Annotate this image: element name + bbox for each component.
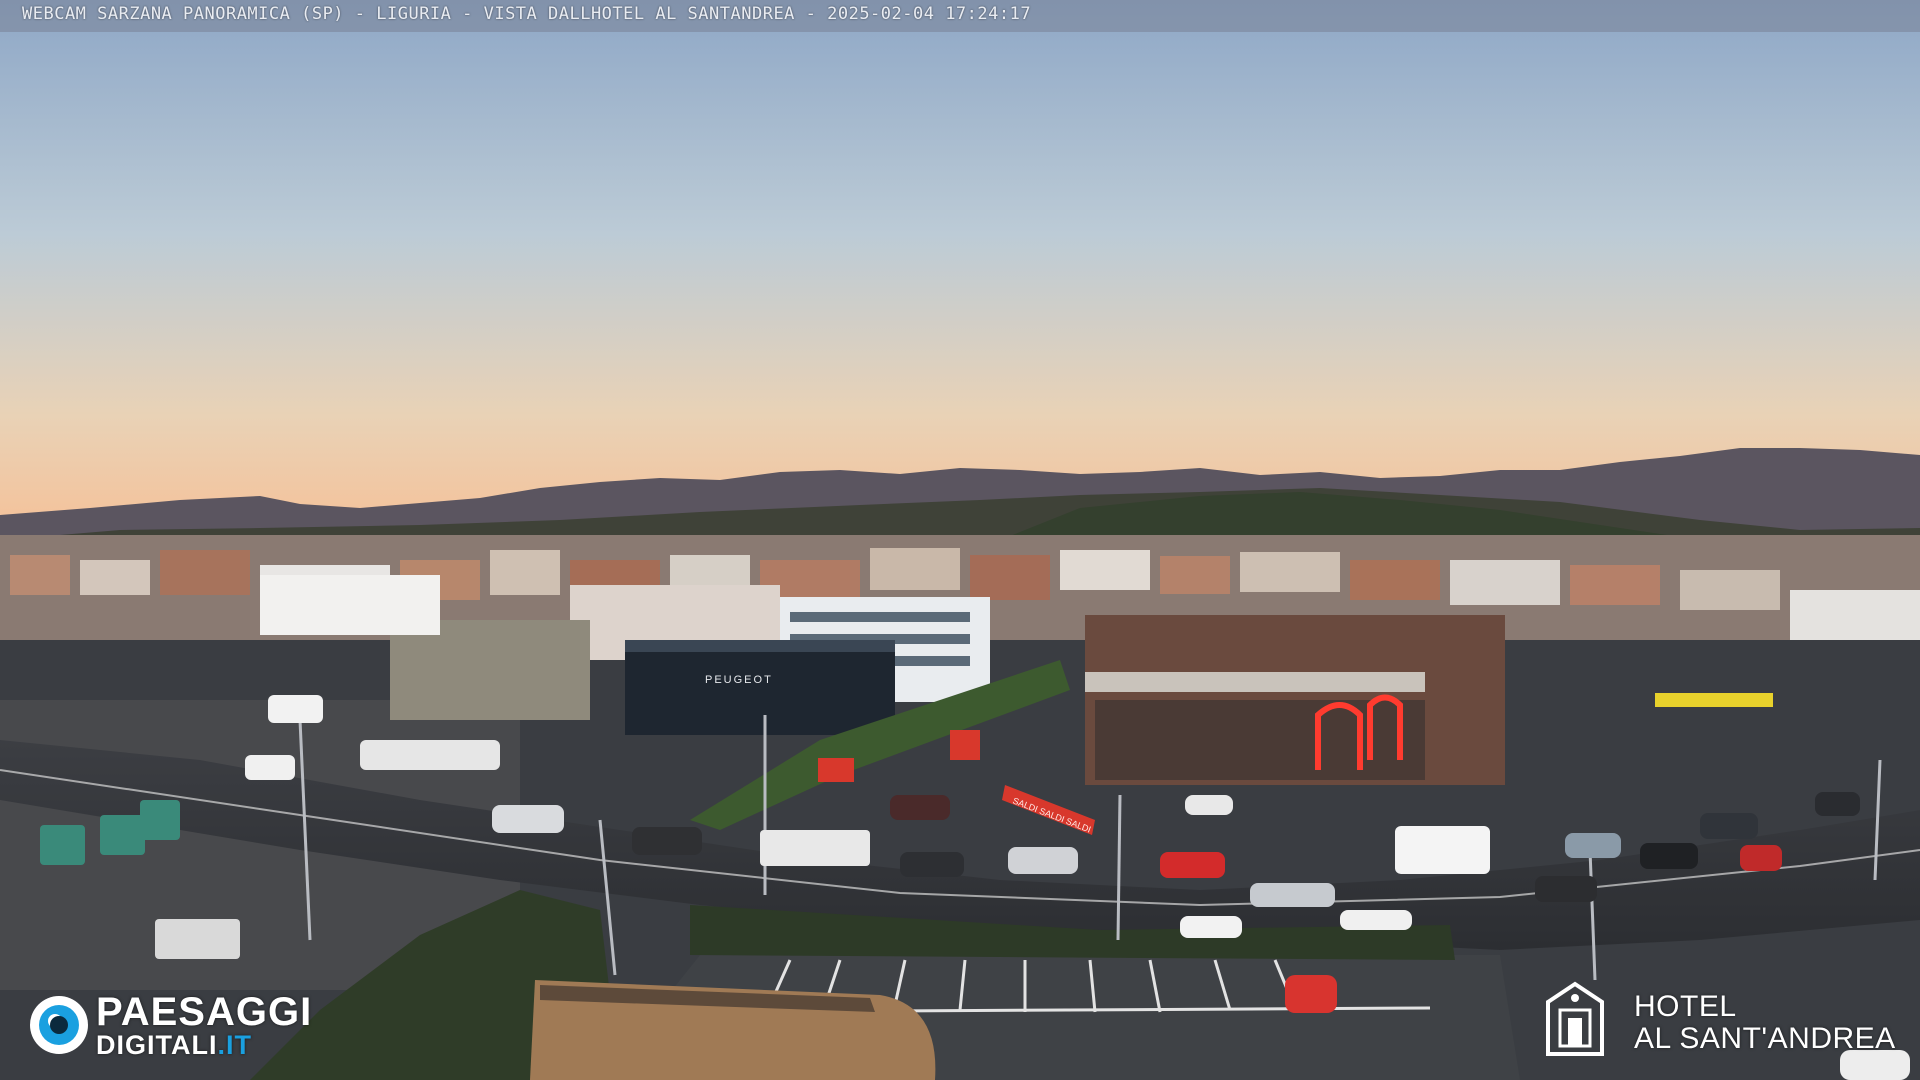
red-sign [818,758,854,782]
hotel-logo-line2: AL SANT'ANDREA [1634,1022,1896,1055]
restaurant-canopy [1085,672,1425,692]
hotel-emblem-icon [1546,981,1604,1056]
webcam-frame: PEUGEOT SALDI SALDI SALDI WEBCAM SARZANA… [0,0,1920,1080]
bus [530,980,936,1080]
restaurant-ground-floor [1095,700,1425,780]
red-sign-2 [950,730,980,760]
paesaggi-digitali-logo: PAESAGGI DIGITALI.IT [30,990,350,1060]
dealership-sign: PEUGEOT [705,674,773,686]
yellow-sign [1655,693,1773,707]
dealership-building [625,640,895,735]
caption-bar: WEBCAM SARZANA PANORAMICA (SP) - LIGURIA… [0,0,1920,32]
webcam-caption: WEBCAM SARZANA PANORAMICA (SP) - LIGURIA… [22,4,1032,24]
paesaggi-logo-tld: .IT [217,1030,252,1060]
hotel-logo: HOTEL AL SANT'ANDREA [1540,980,1900,1060]
dealership-roof [625,640,895,652]
paesaggi-logo-text: PAESAGGI [96,990,313,1034]
paesaggi-logo-subtext: DIGITALI.IT [96,1030,252,1061]
hotel-logo-line1: HOTEL [1634,990,1737,1023]
paesaggi-logo-digitali: DIGITALI [96,1030,218,1060]
sky [0,0,1920,520]
eye-icon [30,996,88,1054]
building-white-dome [260,575,440,635]
webcam-scene: PEUGEOT SALDI SALDI SALDI [0,0,1920,1080]
